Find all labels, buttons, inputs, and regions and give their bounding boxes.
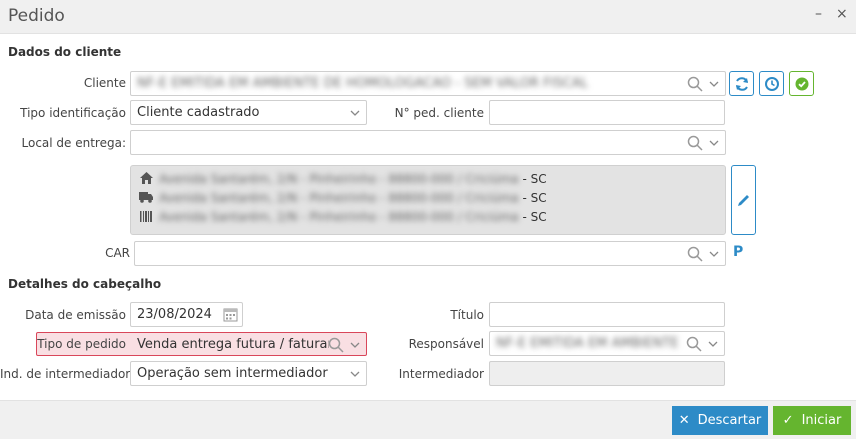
data-emissao-value: 23/08/2024 <box>137 307 212 322</box>
n-ped-cliente-label: N° ped. cliente <box>394 106 484 120</box>
ind-intermediador-value: Operação sem intermediador <box>137 366 328 381</box>
address-delivery-text: Avenida Santarém, 2/N - Pinheirinho - 88… <box>159 191 519 205</box>
intermediador-label: Intermediador <box>398 367 484 381</box>
ind-intermediador-select[interactable]: Operação sem intermediador <box>130 361 367 386</box>
descartar-label: Descartar <box>697 413 762 428</box>
refresh-button[interactable] <box>729 71 754 96</box>
search-icon[interactable] <box>687 76 703 92</box>
chevron-down-icon[interactable] <box>350 340 360 350</box>
address-home-uf: - SC <box>522 172 547 186</box>
address-line-billing: Avenida Santarém, 2/N - Pinheirinho - 88… <box>139 210 547 228</box>
titulo-label: Título <box>450 308 484 322</box>
data-emissao-label: Data de emissão <box>25 308 126 322</box>
car-label: CAR <box>105 246 130 260</box>
home-icon <box>139 172 153 186</box>
chevron-down-icon[interactable] <box>708 339 718 349</box>
barcode-icon <box>139 210 153 224</box>
local-entrega-label: Local de entrega: <box>21 136 127 150</box>
section-title-client: Dados do cliente <box>8 45 122 59</box>
cliente-value: NF-E EMITIDA EM AMBIENTE DE HOMOLOGACAO … <box>137 76 588 91</box>
search-icon[interactable] <box>687 246 703 262</box>
intermediador-input[interactable] <box>489 361 725 386</box>
search-icon[interactable] <box>328 337 344 353</box>
responsavel-value: NF-E EMITIDA EM AMBIENTE DE H <box>496 336 682 351</box>
truck-icon <box>139 191 153 205</box>
responsavel-label: Responsável <box>408 337 484 351</box>
check-circle-icon <box>795 77 809 91</box>
close-button[interactable]: × <box>836 6 848 22</box>
cliente-label: Cliente <box>83 76 126 90</box>
chevron-down-icon <box>350 110 360 116</box>
minimize-button[interactable]: – <box>815 6 822 22</box>
local-entrega-field[interactable] <box>130 130 726 155</box>
address-billing-text: Avenida Santarém, 2/N - Pinheirinho - 88… <box>159 210 519 224</box>
window-title: Pedido <box>8 6 65 26</box>
tipo-pedido-label: Tipo de pedido <box>37 337 126 351</box>
dialog-footer: ✕ Descartar ✓ Iniciar <box>0 400 856 439</box>
iniciar-label: Iniciar <box>801 413 842 428</box>
address-delivery-uf: - SC <box>522 191 547 205</box>
address-billing-uf: - SC <box>522 210 547 224</box>
cliente-field[interactable]: NF-E EMITIDA EM AMBIENTE DE HOMOLOGACAO … <box>130 71 726 96</box>
chevron-down-icon[interactable] <box>709 138 719 148</box>
tipo-pedido-field[interactable]: Venda entrega futura / faturame <box>130 332 367 357</box>
address-panel: Avenida Santarém, 2/N - Pinheirinho - 88… <box>130 165 726 235</box>
chevron-down-icon[interactable] <box>709 249 719 259</box>
calendar-icon[interactable] <box>223 307 238 322</box>
p-badge-button[interactable]: P <box>733 244 743 260</box>
pencil-icon <box>738 195 749 206</box>
ind-intermediador-label: Ind. de intermediador <box>0 367 131 381</box>
x-icon: ✕ <box>678 413 690 428</box>
tipo-identificacao-value: Cliente cadastrado <box>137 105 260 120</box>
car-field[interactable] <box>134 241 726 266</box>
tipo-identificacao-label: Tipo identificação <box>20 106 126 120</box>
history-button[interactable] <box>759 71 784 96</box>
responsavel-field[interactable]: NF-E EMITIDA EM AMBIENTE DE H <box>489 331 725 356</box>
iniciar-button[interactable]: ✓ Iniciar <box>773 406 851 435</box>
address-home-text: Avenida Santarém, 2/N - Pinheirinho - 88… <box>159 172 519 186</box>
descartar-button[interactable]: ✕ Descartar <box>672 406 768 435</box>
title-bar: Pedido – × <box>0 0 856 34</box>
edit-address-button[interactable] <box>731 165 756 235</box>
chevron-down-icon[interactable] <box>709 79 719 89</box>
tipo-pedido-value: Venda entrega futura / faturame <box>137 337 329 352</box>
n-ped-cliente-input[interactable] <box>489 100 725 125</box>
titulo-input[interactable] <box>489 302 725 327</box>
confirm-client-button[interactable] <box>789 71 814 96</box>
section-title-header: Detalhes do cabeçalho <box>8 277 162 291</box>
tipo-identificacao-select[interactable]: Cliente cadastrado <box>130 100 367 125</box>
address-line-delivery: Avenida Santarém, 2/N - Pinheirinho - 88… <box>139 191 547 209</box>
search-icon[interactable] <box>686 336 702 352</box>
search-icon[interactable] <box>687 135 703 151</box>
address-line-home: Avenida Santarém, 2/N - Pinheirinho - 88… <box>139 172 547 190</box>
refresh-icon <box>736 77 748 91</box>
clock-icon <box>765 77 779 91</box>
data-emissao-input[interactable]: 23/08/2024 <box>130 302 243 327</box>
check-icon: ✓ <box>782 413 794 428</box>
chevron-down-icon <box>350 371 360 377</box>
